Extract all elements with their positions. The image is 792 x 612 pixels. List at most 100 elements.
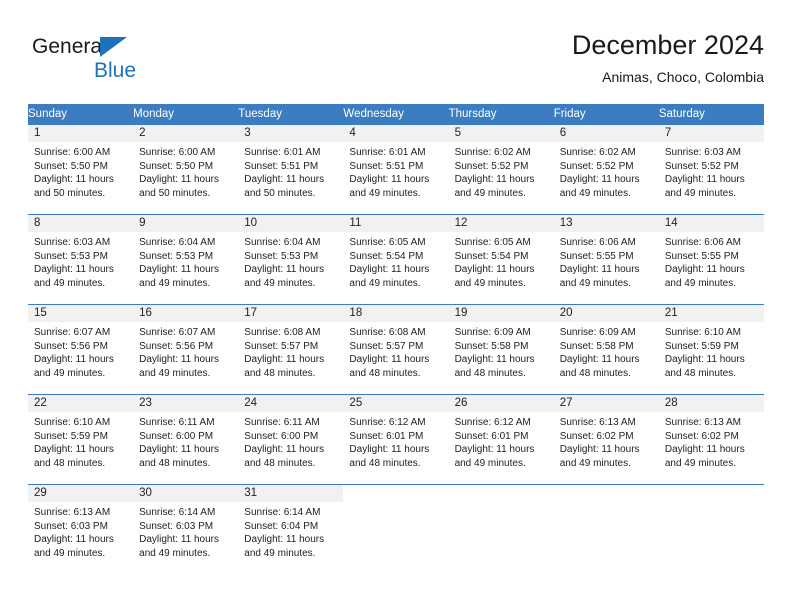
sunrise-text: Sunrise: 6:03 AM xyxy=(34,237,111,248)
day-number: 18 xyxy=(343,305,449,322)
day-number: 4 xyxy=(343,125,449,142)
sunrise-text: Sunrise: 6:11 AM xyxy=(244,417,320,428)
calendar-day-cell[interactable]: 6 Sunrise: 6:02 AM Sunset: 5:52 PM Daylight… xyxy=(553,125,659,215)
sunset-text: Sunset: 5:58 PM xyxy=(559,340,634,352)
day-number: 1 xyxy=(28,125,134,142)
day-number: 31 xyxy=(238,485,344,502)
title-block: December 2024 Animas, Choco, Colombia xyxy=(572,28,764,88)
calendar-day-cell-empty xyxy=(448,484,554,574)
day-number: 15 xyxy=(28,305,134,322)
calendar-day-cell[interactable]: 28 Sunrise: 6:13 AM Sunset: 6:02 PM Dayligh… xyxy=(658,394,764,485)
daylight-text-line2: and 48 minutes. xyxy=(244,367,316,379)
day-number: 13 xyxy=(553,215,659,232)
calendar-day-cell[interactable]: 5 Sunrise: 6:02 AM Sunset: 5:52 PM Daylight… xyxy=(448,125,554,215)
sunset-text: Sunset: 5:58 PM xyxy=(454,340,529,352)
sunrise-text: Sunrise: 6:00 AM xyxy=(34,147,111,158)
daylight-text-line1: Daylight: 11 hours xyxy=(34,354,114,365)
sunrise-text: Sunrise: 6:13 AM xyxy=(34,507,111,518)
sunset-text: Sunset: 6:02 PM xyxy=(559,430,634,442)
calendar-week-row: 15 Sunrise: 6:07 AM Sunset: 5:56 PM Dayligh… xyxy=(28,304,764,395)
calendar-day-cell[interactable]: 30 Sunrise: 6:14 AM Sunset: 6:03 PM Dayligh… xyxy=(133,484,239,574)
day-number: 28 xyxy=(658,395,764,412)
daylight-text-line2: and 49 minutes. xyxy=(244,547,316,559)
daylight-text-line2: and 48 minutes. xyxy=(559,367,631,379)
calendar-day-cell[interactable]: 16 Sunrise: 6:07 AM Sunset: 5:56 PM Dayligh… xyxy=(133,304,239,395)
daylight-text-line2: and 48 minutes. xyxy=(349,367,421,379)
calendar-day-cell[interactable]: 17 Sunrise: 6:08 AM Sunset: 5:57 PM Dayligh… xyxy=(238,304,344,395)
day-details: Sunrise: 6:04 AM Sunset: 5:53 PM Daylight:… xyxy=(238,232,343,290)
daylight-text-line2: and 50 minutes. xyxy=(139,187,211,199)
day-number: 30 xyxy=(133,485,239,502)
calendar-day-cell[interactable]: 7 Sunrise: 6:03 AM Sunset: 5:52 PM Daylight… xyxy=(658,125,764,215)
calendar-day-cell[interactable]: 27 Sunrise: 6:13 AM Sunset: 6:02 PM Dayligh… xyxy=(553,394,659,485)
daylight-text-line1: Daylight: 11 hours xyxy=(454,354,535,365)
daylight-text-line2: and 49 minutes. xyxy=(349,187,421,199)
calendar-day-cell[interactable]: 19 Sunrise: 6:09 AM Sunset: 5:58 PM Dayligh… xyxy=(448,304,554,395)
daylight-text-line2: and 49 minutes. xyxy=(664,457,737,469)
calendar-table: Sunday Monday Tuesday Wednesday Thursday Frid… xyxy=(28,104,764,574)
sunset-text: Sunset: 6:00 PM xyxy=(244,430,319,442)
day-details: Sunrise: 6:07 AM Sunset: 5:56 PM Daylight:… xyxy=(28,322,133,380)
calendar-day-cell[interactable]: 14 Sunrise: 6:06 AM Sunset: 5:55 PM Dayligh… xyxy=(658,214,764,305)
day-details: Sunrise: 6:09 AM Sunset: 5:58 PM Daylight:… xyxy=(554,322,659,380)
calendar-day-cell[interactable]: 29 Sunrise: 6:13 AM Sunset: 6:03 PM Dayligh… xyxy=(28,484,134,574)
calendar-day-cell[interactable]: 12 Sunrise: 6:05 AM Sunset: 5:54 PM Dayligh… xyxy=(448,214,554,305)
sunrise-text: Sunrise: 6:01 AM xyxy=(349,147,426,158)
calendar-day-cell[interactable]: 2 Sunrise: 6:00 AM Sunset: 5:50 PM Daylight… xyxy=(133,125,239,215)
calendar-day-cell[interactable]: 23 Sunrise: 6:11 AM Sunset: 6:00 PM Dayligh… xyxy=(133,394,239,485)
sunset-text: Sunset: 6:04 PM xyxy=(244,520,319,532)
brand-name-blue: Blue xyxy=(94,59,137,82)
daylight-text-line2: and 48 minutes. xyxy=(34,457,106,469)
daylight-text-line1: Daylight: 11 hours xyxy=(139,174,219,185)
sunset-text: Sunset: 6:01 PM xyxy=(349,430,424,442)
sunset-text: Sunset: 5:52 PM xyxy=(454,160,529,172)
calendar-day-cell[interactable]: 15 Sunrise: 6:07 AM Sunset: 5:56 PM Dayligh… xyxy=(28,304,134,395)
daylight-text-line2: and 49 minutes. xyxy=(454,187,526,199)
calendar-body: 1 Sunrise: 6:00 AM Sunset: 5:50 PM Daylight… xyxy=(28,125,764,574)
daylight-text-line1: Daylight: 11 hours xyxy=(454,264,535,275)
daylight-text-line2: and 49 minutes. xyxy=(139,277,211,289)
daylight-text-line2: and 49 minutes. xyxy=(34,277,106,289)
day-number xyxy=(343,485,449,502)
calendar-day-cell[interactable]: 3 Sunrise: 6:01 AM Sunset: 5:51 PM Daylight… xyxy=(238,125,344,215)
calendar-day-cell[interactable]: 31 Sunrise: 6:14 AM Sunset: 6:04 PM Dayligh… xyxy=(238,484,344,574)
calendar-day-cell[interactable]: 10 Sunrise: 6:04 AM Sunset: 5:53 PM Dayligh… xyxy=(238,214,344,305)
calendar-day-cell[interactable]: 25 Sunrise: 6:12 AM Sunset: 6:01 PM Dayligh… xyxy=(343,394,449,485)
day-details: Sunrise: 6:07 AM Sunset: 5:56 PM Daylight:… xyxy=(133,322,238,380)
sunset-text: Sunset: 5:50 PM xyxy=(139,160,214,172)
day-number: 17 xyxy=(238,305,344,322)
weekday-header-thursday: Thursday xyxy=(448,104,554,125)
sunrise-text: Sunrise: 6:02 AM xyxy=(454,147,531,158)
calendar-day-cell[interactable]: 18 Sunrise: 6:08 AM Sunset: 5:57 PM Dayligh… xyxy=(343,304,449,395)
daylight-text-line1: Daylight: 11 hours xyxy=(139,444,219,455)
brand-name-general: General xyxy=(32,35,107,58)
calendar-day-cell[interactable]: 4 Sunrise: 6:01 AM Sunset: 5:51 PM Daylight… xyxy=(343,125,449,215)
day-number: 8 xyxy=(28,215,134,232)
brand-logo[interactable]: General Blue xyxy=(32,34,232,90)
day-number: 9 xyxy=(133,215,239,232)
sunrise-text: Sunrise: 6:06 AM xyxy=(664,237,741,248)
sunrise-text: Sunrise: 6:05 AM xyxy=(349,237,426,248)
calendar-day-cell[interactable]: 26 Sunrise: 6:12 AM Sunset: 6:01 PM Dayligh… xyxy=(448,394,554,485)
brand-logo-top: General xyxy=(32,34,232,60)
calendar-day-cell[interactable]: 11 Sunrise: 6:05 AM Sunset: 5:54 PM Dayligh… xyxy=(343,214,449,305)
day-details: Sunrise: 6:06 AM Sunset: 5:55 PM Daylight:… xyxy=(659,232,764,290)
sunset-text: Sunset: 6:03 PM xyxy=(139,520,214,532)
weekday-header-friday: Friday xyxy=(553,104,659,125)
calendar-day-cell[interactable]: 1 Sunrise: 6:00 AM Sunset: 5:50 PM Daylight… xyxy=(28,125,134,215)
daylight-text-line1: Daylight: 11 hours xyxy=(244,444,325,455)
day-details: Sunrise: 6:00 AM Sunset: 5:50 PM Daylight:… xyxy=(28,142,133,200)
calendar-day-cell[interactable]: 22 Sunrise: 6:10 AM Sunset: 5:59 PM Dayligh… xyxy=(28,394,134,485)
sunrise-text: Sunrise: 6:09 AM xyxy=(559,327,636,338)
calendar-day-cell[interactable]: 9 Sunrise: 6:04 AM Sunset: 5:53 PM Daylight… xyxy=(133,214,239,305)
calendar-day-cell[interactable]: 8 Sunrise: 6:03 AM Sunset: 5:53 PM Daylight… xyxy=(28,214,134,305)
calendar-day-cell[interactable]: 21 Sunrise: 6:10 AM Sunset: 5:59 PM Dayligh… xyxy=(658,304,764,395)
calendar-day-cell[interactable]: 24 Sunrise: 6:11 AM Sunset: 6:00 PM Dayligh… xyxy=(238,394,344,485)
day-number: 20 xyxy=(553,305,659,322)
day-number: 2 xyxy=(133,125,239,142)
sunrise-text: Sunrise: 6:06 AM xyxy=(559,237,636,248)
day-details: Sunrise: 6:00 AM Sunset: 5:50 PM Daylight:… xyxy=(133,142,238,200)
calendar-day-cell[interactable]: 20 Sunrise: 6:09 AM Sunset: 5:58 PM Dayligh… xyxy=(553,304,659,395)
day-number: 27 xyxy=(553,395,659,412)
calendar-day-cell[interactable]: 13 Sunrise: 6:06 AM Sunset: 5:55 PM Dayligh… xyxy=(553,214,659,305)
